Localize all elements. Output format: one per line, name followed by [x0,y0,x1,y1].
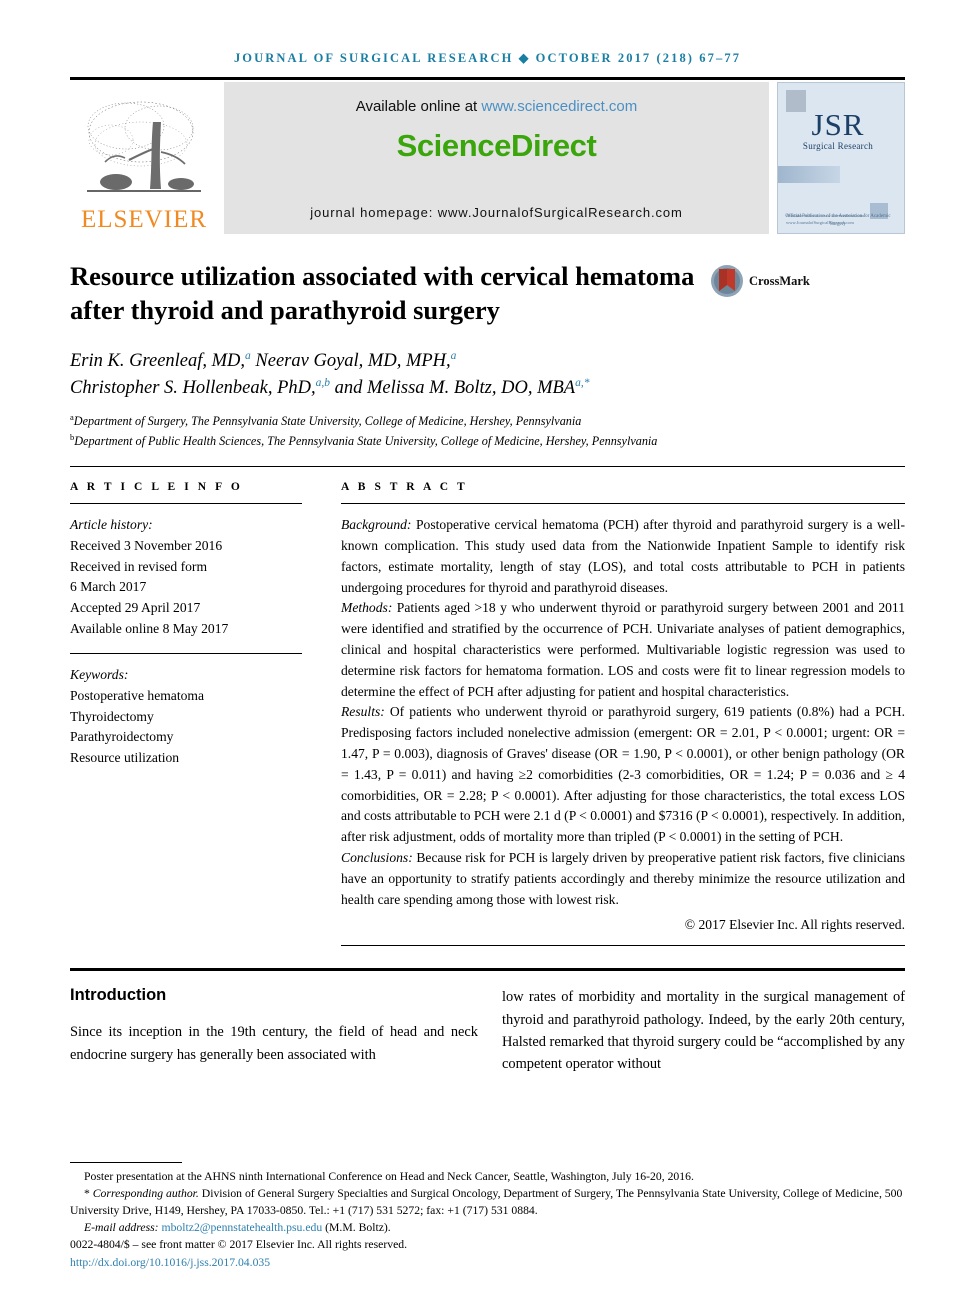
cover-acronym: JSR [811,107,865,142]
history-item: Received in revised form [70,558,208,574]
abstract-methods-text: Patients aged >18 y who underwent thyroi… [341,600,905,699]
author-4-affil-marker: a,* [575,376,590,389]
affiliation-b: bDepartment of Public Health Sciences, T… [70,431,905,451]
history-item: Received 3 November 2016 [70,537,223,553]
cover-bottom-note: Available online at www.sciencedirect.co… [786,212,864,225]
crossmark-badge[interactable]: CrossMark [710,260,810,328]
footnote-corresponding: * Corresponding author. Division of Gene… [70,1186,905,1220]
abstract-background: Background: Postoperative cervical hemat… [341,515,905,598]
history-item: Available online 8 May 2017 [70,620,229,636]
abstract-conclusions-text: Because risk for PCH is largely driven b… [341,850,905,907]
masthead: ELSEVIER Available online at www.science… [70,82,905,234]
author-3: Christopher S. Hollenbeak, PhD, [70,377,316,398]
keywords-rule [70,653,302,655]
keyword-item: Thyroidectomy [70,708,154,724]
email-suffix: (M.M. Boltz). [322,1221,391,1235]
author-2-affil-marker: a [450,349,457,362]
article-history-label: Article history: [70,517,153,533]
footnote-rule [70,1162,182,1164]
header-rule [70,77,905,80]
abstract-bottom-rule [341,945,905,947]
abstract-background-label: Background: [341,517,412,533]
introduction-text-right: low rates of morbidity and mortality in … [502,989,905,1073]
author-4: and Melissa M. Boltz, DO, MBA [330,377,576,398]
introduction-rule [70,968,905,972]
affiliations: aDepartment of Surgery, The Pennsylvania… [70,411,905,451]
introduction-heading: Introduction [70,986,167,1005]
footnotes: Poster presentation at the AHNS ninth In… [70,1162,905,1272]
sciencedirect-wordmark: ScienceDirect [396,128,597,163]
cover-accent-bar-1 [778,166,840,183]
abstract-conclusions: Conclusions: Because risk for PCH is lar… [341,848,905,910]
footnote-block: Poster presentation at the AHNS ninth In… [70,1169,905,1272]
footnote-poster: Poster presentation at the AHNS ninth In… [84,1170,694,1184]
journal-homepage-text: journal homepage: www.JournalofSurgicalR… [310,205,683,220]
abstract-heading: A B S T R A C T [341,481,468,494]
author-list: Erin K. Greenleaf, MD, a Neerav Goyal, MD… [70,348,905,402]
article-history-block: Article history: Received 3 November 201… [70,515,302,639]
info-abstract-columns: A R T I C L E I N F O Article history: R… [70,481,905,947]
abstract-methods-label: Methods: [341,600,393,616]
sciencedirect-banner: Available online at www.sciencedirect.co… [224,82,769,234]
introduction-columns: Introduction Since its inception in the … [70,986,905,1075]
author-1: Erin K. Greenleaf, MD, [70,350,246,371]
abstract-column: A B S T R A C T Background: Postoperativ… [341,481,905,947]
abstract-copyright: © 2017 Elsevier Inc. All rights reserved… [684,917,905,933]
affiliation-b-text: Department of Public Health Sciences, Th… [74,433,658,448]
author-2: Neerav Goyal, MD, MPH, [250,350,451,371]
history-item: Accepted 29 April 2017 [70,599,201,615]
author-3-affil-marker: a,b [315,376,330,389]
abstract-conclusions-label: Conclusions: [341,850,413,865]
elsevier-tree-icon [81,94,207,206]
keyword-item: Parathyroidectomy [70,729,174,745]
abstract-methods: Methods: Patients aged >18 y who underwe… [341,598,905,702]
footnote-issn: 0022-4804/$ – see front matter © 2017 El… [70,1238,408,1252]
cover-subtitle: Surgical Research [802,141,874,151]
article-info-heading: A R T I C L E I N F O [70,481,243,494]
journal-article-page: JOURNAL OF SURGICAL RESEARCH ◆ OCTOBER 2… [0,0,975,1305]
email-label: E-mail address: [84,1221,159,1235]
available-online-text: Available online at www.sciencedirect.co… [356,98,638,115]
abstract-results-text: Of patients who underwent thyroid or par… [341,704,905,845]
crossmark-icon [711,265,743,297]
corresponding-label: Corresponding author. [92,1187,199,1201]
keyword-item: Postoperative hematoma [70,687,205,703]
footnote-email: E-mail address: mboltz2@pennstatehealth.… [70,1220,905,1237]
cover-title-block: JSR Surgical Research [778,109,898,151]
email-link[interactable]: mboltz2@pennstatehealth.psu.edu [161,1221,322,1234]
available-online-label: Available online at [355,98,482,115]
introduction-left-column: Introduction Since its inception in the … [70,986,478,1075]
info-section-rule [70,466,905,468]
abstract-results: Results: Of patients who underwent thyro… [341,702,905,848]
history-item: 6 March 2017 [70,579,147,595]
page-title: Resource utilization associated with cer… [70,261,695,325]
affiliation-a-text: Department of Surgery, The Pennsylvania … [73,413,582,428]
crossmark-label: CrossMark [749,274,810,288]
journal-cover-thumbnail: JSR Surgical Research Official Publicati… [777,82,905,234]
elsevier-logo: ELSEVIER [70,82,218,234]
keyword-item: Resource utilization [70,749,180,765]
abstract-background-text: Postoperative cervical hematoma (PCH) af… [341,517,905,595]
keywords-block: Keywords: Postoperative hematoma Thyroid… [70,665,302,768]
article-info-heading-rule [70,503,302,505]
article-info-column: A R T I C L E I N F O Article history: R… [70,481,302,946]
title-row: Resource utilization associated with cer… [70,260,905,328]
affiliation-a: aDepartment of Surgery, The Pennsylvania… [70,411,905,431]
running-head: JOURNAL OF SURGICAL RESEARCH ◆ OCTOBER 2… [233,51,742,65]
footnote-doi: http://dx.doi.org/10.1016/j.jss.2017.04.… [70,1255,905,1272]
abstract-results-label: Results: [341,704,385,720]
sciencedirect-link[interactable]: www.sciencedirect.com [481,98,637,115]
abstract-heading-rule [341,503,905,505]
abstract-body: Background: Postoperative cervical hemat… [341,515,905,910]
elsevier-wordmark: ELSEVIER [80,206,208,233]
corresponding-marker: * [84,1187,90,1201]
introduction-right-column: low rates of morbidity and mortality in … [502,986,905,1075]
doi-link[interactable]: http://dx.doi.org/10.1016/j.jss.2017.04.… [70,1256,270,1269]
keywords-label: Keywords: [70,667,129,683]
introduction-text-left: Since its inception in the 19th century,… [70,1024,478,1063]
